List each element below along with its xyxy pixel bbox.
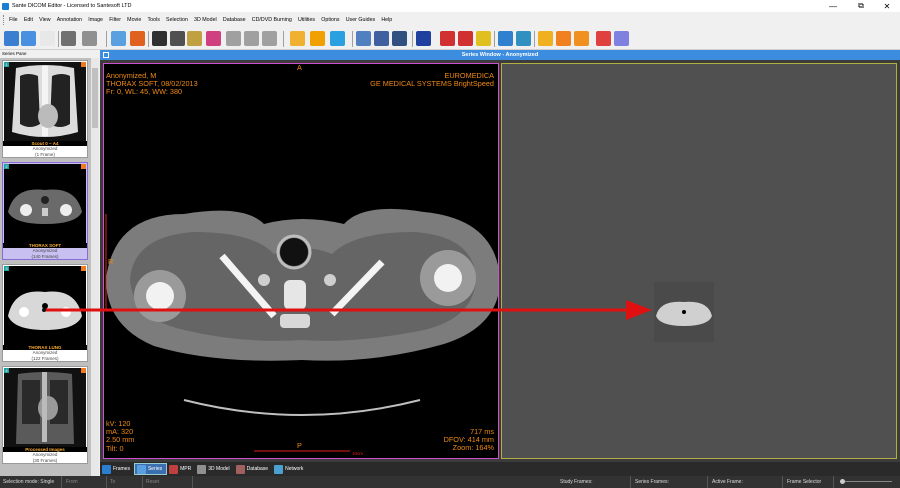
mpr-icon (169, 464, 179, 474)
tab-mpr[interactable]: MPR (167, 463, 195, 475)
selection-mode: Selection mode: Single (0, 476, 62, 488)
tab-label: Frames (113, 466, 130, 472)
tab-database[interactable]: Database (234, 463, 272, 475)
series-icon (136, 464, 146, 474)
view-tabs: Frames Series MPR 3D Model Database Netw… (100, 462, 900, 476)
tab-label: 3D Model (208, 466, 230, 472)
reset-button[interactable]: Reset (143, 476, 193, 488)
from-field[interactable]: From (63, 476, 107, 488)
frame-selector-slider[interactable] (840, 479, 892, 485)
network-icon (274, 464, 284, 474)
tab-3d-model[interactable]: 3D Model (195, 463, 233, 475)
tab-network[interactable]: Network (272, 463, 307, 475)
study-frames: Study Frames: (557, 476, 631, 488)
tab-label: MPR (180, 466, 192, 472)
frame-selector-label: Frame Selector (784, 476, 834, 488)
tab-series[interactable]: Series (133, 463, 168, 475)
3d-model-icon (197, 464, 207, 474)
drag-arrow (42, 300, 652, 320)
tab-label: Network (285, 466, 304, 472)
to-field[interactable]: To (107, 476, 143, 488)
slider-handle[interactable] (840, 479, 845, 484)
active-frame-label: Active Frame: (709, 476, 783, 488)
tab-frames[interactable]: Frames (100, 463, 134, 475)
frames-icon (102, 464, 111, 474)
tab-label: Database (246, 466, 269, 472)
tab-label: Series (147, 466, 163, 472)
status-bar: Selection mode: Single From To Reset Stu… (0, 476, 900, 488)
series-frames: Series Frames: (632, 476, 708, 488)
database-icon (235, 464, 245, 474)
